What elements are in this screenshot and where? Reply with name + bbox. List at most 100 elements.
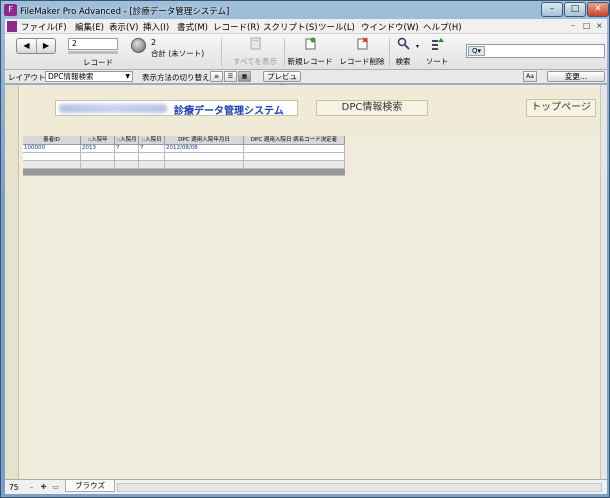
zoom-in-icon[interactable]: ✚	[39, 483, 48, 491]
table-cell[interactable]	[23, 161, 81, 168]
status-bar: 75 – ✚ ▭ ブラウズ	[5, 479, 607, 494]
system-title-panel: 診療データ管理システム	[55, 100, 298, 117]
menu-window[interactable]: ウインドウ(W)	[361, 21, 419, 33]
menu-scripts[interactable]: スクリプト(S)	[263, 21, 318, 33]
sort-label: ソート	[425, 57, 449, 66]
table-cell[interactable]	[115, 153, 139, 160]
mode-selector[interactable]: ブラウズ	[65, 480, 115, 492]
table-cell[interactable]	[244, 145, 345, 152]
table-cell[interactable]	[81, 161, 115, 168]
menu-format[interactable]: 書式(M)	[177, 21, 208, 33]
layout-select[interactable]: DPC情報検索 ▼	[45, 71, 133, 82]
menu-edit[interactable]: 編集(E)	[75, 21, 104, 33]
table-cell[interactable]: 2012/08/08	[165, 145, 244, 152]
column-header[interactable]: DPC 適用入院年月日	[165, 136, 244, 144]
sort-button[interactable]: ソート	[423, 37, 451, 67]
system-title: 診療データ管理システム	[174, 106, 284, 117]
menu-view[interactable]: 表示(V)	[109, 21, 138, 33]
chevron-down-icon: ▼	[125, 73, 130, 80]
found-set-pie-icon[interactable]	[131, 38, 146, 53]
quick-find-input[interactable]: Q▾	[466, 44, 605, 58]
window-title: FileMaker Pro Advanced - [診療データ管理システム]	[20, 7, 230, 17]
next-record-icon[interactable]: ▶	[36, 39, 55, 53]
record-navigator: ◀ ▶	[16, 38, 56, 54]
layout-bar: レイアウト: DPC情報検索 ▼ 表示方法の切り替え: ≡ ☰ ▦ プレビュー …	[5, 70, 607, 90]
table-cell[interactable]	[165, 161, 244, 168]
doc-close-button[interactable]: ×	[596, 21, 603, 30]
column-header[interactable]: 患者ID	[23, 136, 81, 144]
menu-file[interactable]: ファイル(F)	[21, 21, 67, 33]
toolbar-separator	[389, 38, 390, 66]
new-record-button[interactable]: 新規レコード	[285, 37, 335, 67]
horizontal-scrollbar[interactable]	[117, 483, 602, 492]
table-row[interactable]: 100000 2013 7 7 2012/08/08	[23, 145, 345, 153]
new-record-icon	[305, 37, 315, 50]
table-row[interactable]	[23, 153, 345, 161]
table-cell[interactable]	[81, 153, 115, 160]
record-number-input[interactable]: 2	[68, 38, 118, 50]
toolbar-toggle-icon[interactable]: ▭	[51, 483, 60, 491]
column-header[interactable]: ::入院年	[81, 136, 115, 144]
view-as-label: 表示方法の切り替え:	[142, 73, 213, 82]
toolbar-separator	[221, 38, 222, 66]
record-label: レコード	[83, 58, 113, 67]
layout-left-strip	[5, 85, 19, 479]
table-cell[interactable]: 7	[139, 145, 165, 152]
column-header[interactable]: ::入院月	[115, 136, 139, 144]
table-header-row: 患者ID ::入院年 ::入院月 ::入院日 DPC 適用入院年月日 DPC 適…	[23, 136, 345, 145]
table-cell[interactable]	[23, 153, 81, 160]
minimize-button[interactable]: –	[541, 2, 563, 17]
table-cell[interactable]	[244, 153, 345, 160]
table-cell[interactable]: 7	[115, 145, 139, 152]
search-icon[interactable]: Q▾	[468, 46, 485, 56]
find-dropdown-icon[interactable]: ▾	[416, 43, 419, 50]
view-as-list-button[interactable]: ☰	[224, 71, 237, 82]
delete-record-label: レコード削除	[339, 57, 385, 66]
view-as-table-button[interactable]: ▦	[238, 71, 251, 82]
menu-help[interactable]: ヘルプ(H)	[423, 21, 462, 33]
view-as-form-button[interactable]: ≡	[210, 71, 223, 82]
doc-restore-button[interactable]: □	[583, 21, 591, 30]
table-cell[interactable]	[139, 153, 165, 160]
maximize-button[interactable]: □	[564, 2, 586, 17]
column-header[interactable]: ::入院日	[139, 136, 165, 144]
top-page-button[interactable]: トップページ	[526, 99, 596, 117]
page-title: DPC情報検索	[316, 100, 428, 116]
filemaker-app-icon[interactable]: F	[4, 4, 17, 16]
zoom-level[interactable]: 75	[9, 483, 19, 492]
layout-select-value: DPC情報検索	[48, 72, 94, 81]
document-icon[interactable]	[7, 21, 17, 32]
blurred-organization-name	[59, 104, 167, 113]
record-slider[interactable]	[68, 51, 118, 54]
column-header[interactable]: DPC 適用入院日 病名コード決定者	[244, 136, 345, 144]
menu-insert[interactable]: 挿入(I)	[143, 21, 169, 33]
menu-tools[interactable]: ツール(L)	[318, 21, 355, 33]
customize-button[interactable]: 変更...	[547, 71, 605, 82]
layout-content: 診療データ管理システム DPC情報検索 トップページ 患者ID ::入院年 ::…	[5, 85, 600, 479]
table-cell[interactable]: 100000	[23, 145, 81, 152]
delete-record-icon	[357, 37, 368, 50]
title-bar[interactable]: F FileMaker Pro Advanced - [診療データ管理システム]…	[1, 1, 609, 19]
table-cell[interactable]	[244, 161, 345, 168]
app-window: F FileMaker Pro Advanced - [診療データ管理システム]…	[0, 0, 610, 498]
formatting-bar-button[interactable]: Aa	[523, 71, 537, 82]
find-button[interactable]: 検索	[391, 37, 415, 67]
new-record-row[interactable]	[23, 161, 345, 169]
table-cell[interactable]	[115, 161, 139, 168]
zoom-out-icon[interactable]: –	[27, 483, 36, 491]
vertical-scrollbar[interactable]	[600, 85, 607, 479]
table-cell[interactable]	[139, 161, 165, 168]
magnifier-icon	[397, 37, 410, 50]
doc-minimize-button[interactable]: –	[571, 21, 575, 30]
layout-header: 診療データ管理システム DPC情報検索 トップページ	[19, 85, 600, 137]
status-toolbar: ◀ ▶ 2 レコード 2 合計 (未ソート) すべてを表示 新規レコード レコー…	[5, 34, 607, 70]
menu-records[interactable]: レコード(R)	[213, 21, 260, 33]
previous-record-icon[interactable]: ◀	[17, 39, 36, 53]
table-cell[interactable]	[165, 153, 244, 160]
preview-button[interactable]: プレビュー	[263, 71, 301, 90]
total-count: 2	[151, 38, 157, 47]
show-all-button[interactable]: すべてを表示	[230, 37, 280, 67]
table-cell[interactable]: 2013	[81, 145, 115, 152]
close-button[interactable]: ✕	[587, 2, 609, 17]
delete-record-button[interactable]: レコード削除	[337, 37, 387, 67]
